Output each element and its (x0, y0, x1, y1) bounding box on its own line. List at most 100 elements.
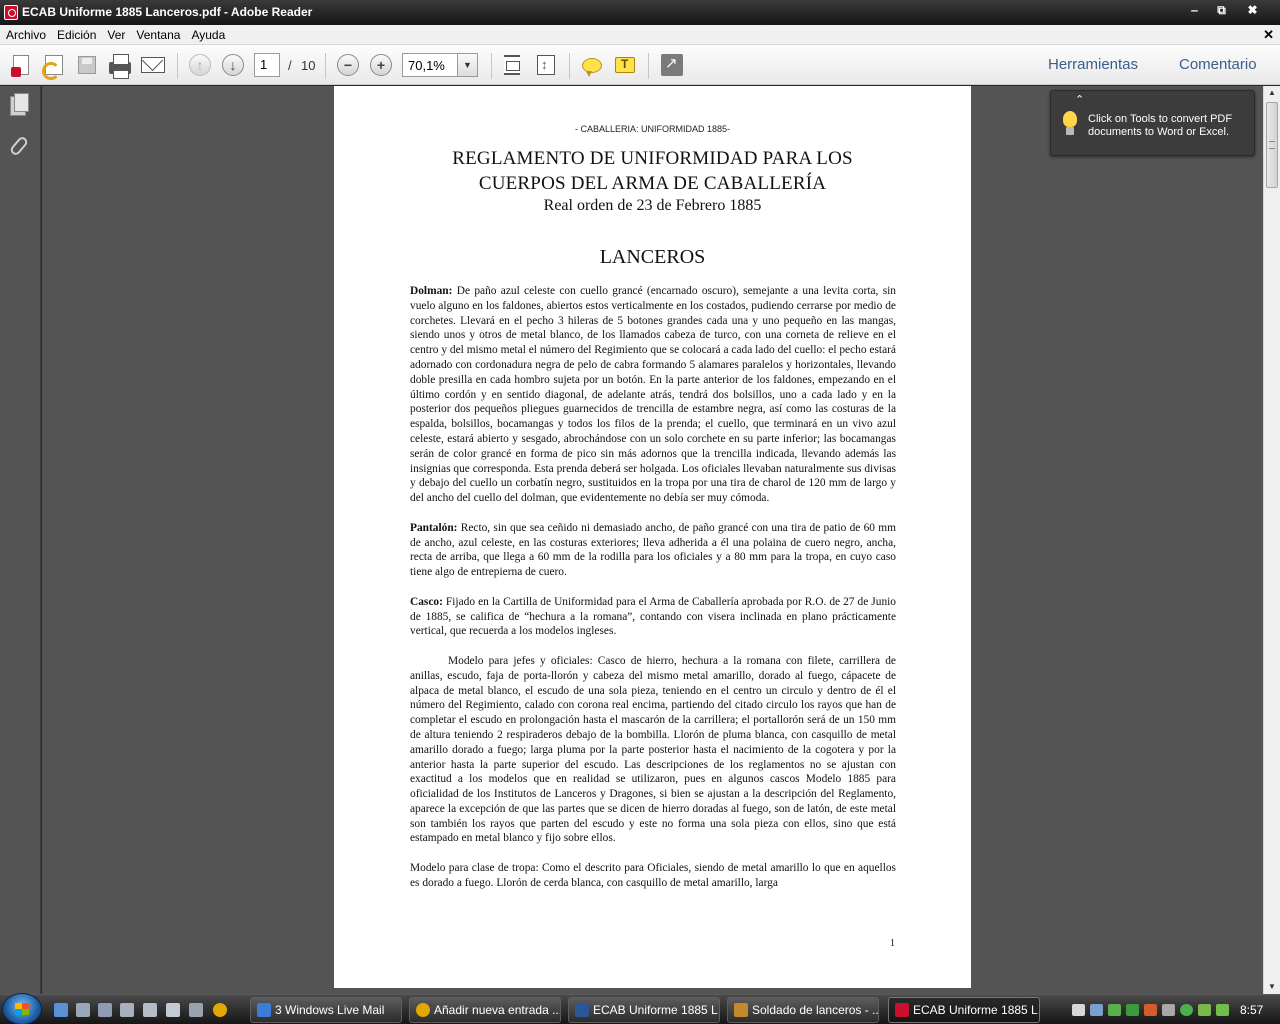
fit-page-button[interactable] (499, 53, 525, 77)
collapse-icon[interactable]: ⌃ (1075, 93, 1084, 106)
zoom-out-button[interactable]: − (335, 53, 361, 77)
paragraph-term: Pantalón: (410, 521, 458, 534)
print-icon (109, 54, 131, 79)
previous-page-button[interactable]: ↑ (187, 53, 213, 77)
save-button[interactable] (74, 53, 100, 77)
paragraph-text: De paño azul celeste con cuello grancé (… (410, 285, 896, 505)
network-icon[interactable] (1162, 1004, 1175, 1016)
tray-icon[interactable] (1126, 1004, 1139, 1016)
paragraph-term: Casco: (410, 595, 443, 608)
quick-launch-icon[interactable] (98, 1003, 112, 1017)
menu-ventana[interactable]: Ventana (130, 25, 185, 42)
quick-launch-icon[interactable] (54, 1003, 68, 1017)
word-icon (575, 1003, 589, 1017)
taskbar-window-mail[interactable]: 3 Windows Live Mail (250, 997, 402, 1023)
create-pdf-button[interactable] (8, 53, 34, 77)
scroll-up-icon[interactable]: ▲ (1264, 86, 1280, 100)
taskbar-window-word[interactable]: ECAB Uniforme 1885 L... (568, 997, 720, 1023)
menu-ayuda[interactable]: Ayuda (185, 25, 230, 42)
taskbar-clock[interactable]: 8:57 (1240, 1003, 1263, 1017)
title-bar: ECAB Uniforme 1885 Lanceros.pdf - Adobe … (0, 0, 1280, 25)
print-button[interactable] (107, 53, 133, 79)
next-page-button[interactable]: ↓ (220, 53, 246, 77)
zoom-in-icon: + (370, 54, 392, 76)
zoom-select[interactable]: 70,1% ▼ (402, 53, 478, 77)
document-body: Dolman: De paño azul celeste con cuello … (410, 284, 896, 905)
pages-panel-button[interactable] (10, 93, 30, 118)
comentario-button[interactable]: Comentario (1179, 56, 1257, 73)
taskbar-window-reader[interactable]: ECAB Uniforme 1885 L... (888, 997, 1040, 1023)
open-icon (42, 55, 63, 80)
fit-width-button[interactable] (533, 53, 559, 77)
tip-text: Click on Tools to convert PDF documents … (1088, 113, 1233, 138)
lightbulb-icon (1061, 111, 1079, 139)
menu-edicion[interactable]: Edición (51, 25, 101, 42)
toolbar-separator (325, 53, 326, 79)
chrome-icon (416, 1003, 430, 1017)
highlight-text-button[interactable] (612, 53, 638, 77)
quick-launch-icon[interactable] (120, 1003, 134, 1017)
menu-bar: Archivo Edición Ver Ventana Ayuda ✕ (0, 25, 1280, 45)
toolbar-separator (491, 53, 492, 79)
tray-icon[interactable] (1144, 1004, 1157, 1016)
menu-ver[interactable]: Ver (101, 25, 130, 42)
tray-icon[interactable] (1108, 1004, 1121, 1016)
chevron-down-icon[interactable]: ▼ (457, 54, 477, 76)
paragraph-modelo-tropa: Modelo para clase de tropa: Como el desc… (410, 861, 896, 891)
zoom-in-button[interactable]: + (368, 53, 394, 77)
taskbar-window-label: Añadir nueva entrada ... (434, 1003, 561, 1017)
document-title-line-2: CUERPOS DEL ARMA DE CABALLERÍA (478, 173, 827, 194)
paragraph-term: Dolman: (410, 285, 453, 297)
email-icon (141, 57, 165, 73)
scroll-down-icon[interactable]: ▼ (1264, 980, 1280, 994)
pdf-page: - CABALLERIA: UNIFORMIDAD 1885- REGLAMEN… (334, 86, 971, 988)
taskbar-window-label: ECAB Uniforme 1885 L... (913, 1003, 1040, 1017)
taskbar-window-image[interactable]: Soldado de lanceros - ... (727, 997, 879, 1023)
minimize-button[interactable]: ‒ (1182, 2, 1207, 19)
sticky-note-icon (582, 57, 602, 77)
chrome-icon[interactable] (213, 1003, 227, 1017)
open-button[interactable] (41, 53, 67, 80)
toolbar-separator (569, 53, 570, 79)
tray-icon[interactable] (1198, 1004, 1211, 1016)
close-document-button[interactable]: ✕ (1263, 27, 1274, 43)
start-button[interactable] (2, 993, 42, 1024)
document-subtitle: Real orden de 23 de Febrero 1885 (543, 197, 762, 214)
close-button[interactable]: ✖ (1240, 2, 1265, 19)
battery-icon[interactable] (1216, 1004, 1229, 1016)
highlight-text-icon (615, 57, 635, 73)
email-button[interactable] (140, 53, 166, 77)
tray-icon[interactable] (1090, 1004, 1103, 1016)
paragraph-text: Fijado en la Cartilla de Uniformidad par… (410, 595, 896, 638)
full-screen-icon (661, 54, 683, 76)
quick-launch-icon[interactable] (166, 1003, 180, 1017)
taskbar-window-browser[interactable]: Añadir nueva entrada ... (409, 997, 561, 1023)
paragraph-pantalon: Pantalón: Recto, sin que sea ceñido ni d… (410, 521, 896, 580)
quick-launch-icon[interactable] (76, 1003, 90, 1017)
full-screen-button[interactable] (659, 53, 685, 77)
quick-launch-icon[interactable] (189, 1003, 203, 1017)
vertical-scrollbar[interactable]: ▲ ▼ (1263, 86, 1280, 994)
page-total: 10 (301, 58, 316, 73)
toolbar-separator (648, 53, 649, 79)
page-header: - CABALLERIA: UNIFORMIDAD 1885- (574, 124, 731, 134)
tools-tip-popup: ⌃ Click on Tools to convert PDF document… (1050, 90, 1255, 156)
document-viewport[interactable]: - CABALLERIA: UNIFORMIDAD 1885- REGLAMEN… (42, 86, 1263, 994)
zoom-value[interactable]: 70,1% (408, 58, 445, 73)
security-icon[interactable] (1180, 1004, 1193, 1016)
quick-launch-icon[interactable] (143, 1003, 157, 1017)
tray-icon[interactable] (1072, 1004, 1085, 1016)
scrollbar-thumb[interactable] (1266, 102, 1278, 188)
sticky-note-button[interactable] (579, 53, 605, 77)
page-number-input[interactable]: 1 (254, 53, 280, 77)
paragraph-casco: Casco: Fijado en la Cartilla de Uniformi… (410, 595, 896, 639)
taskbar: 3 Windows Live Mail Añadir nueva entrada… (0, 993, 1280, 1024)
paragraph-text: Modelo para jefes y oficiales: Casco de … (410, 654, 896, 845)
herramientas-button[interactable]: Herramientas (1048, 56, 1138, 73)
fit-width-icon (537, 55, 555, 75)
next-page-icon: ↓ (222, 54, 244, 76)
page-number: 1 (890, 938, 895, 949)
restore-button[interactable]: ⧉ (1209, 2, 1234, 19)
menu-archivo[interactable]: Archivo (0, 25, 51, 42)
attachments-button[interactable] (8, 135, 30, 158)
